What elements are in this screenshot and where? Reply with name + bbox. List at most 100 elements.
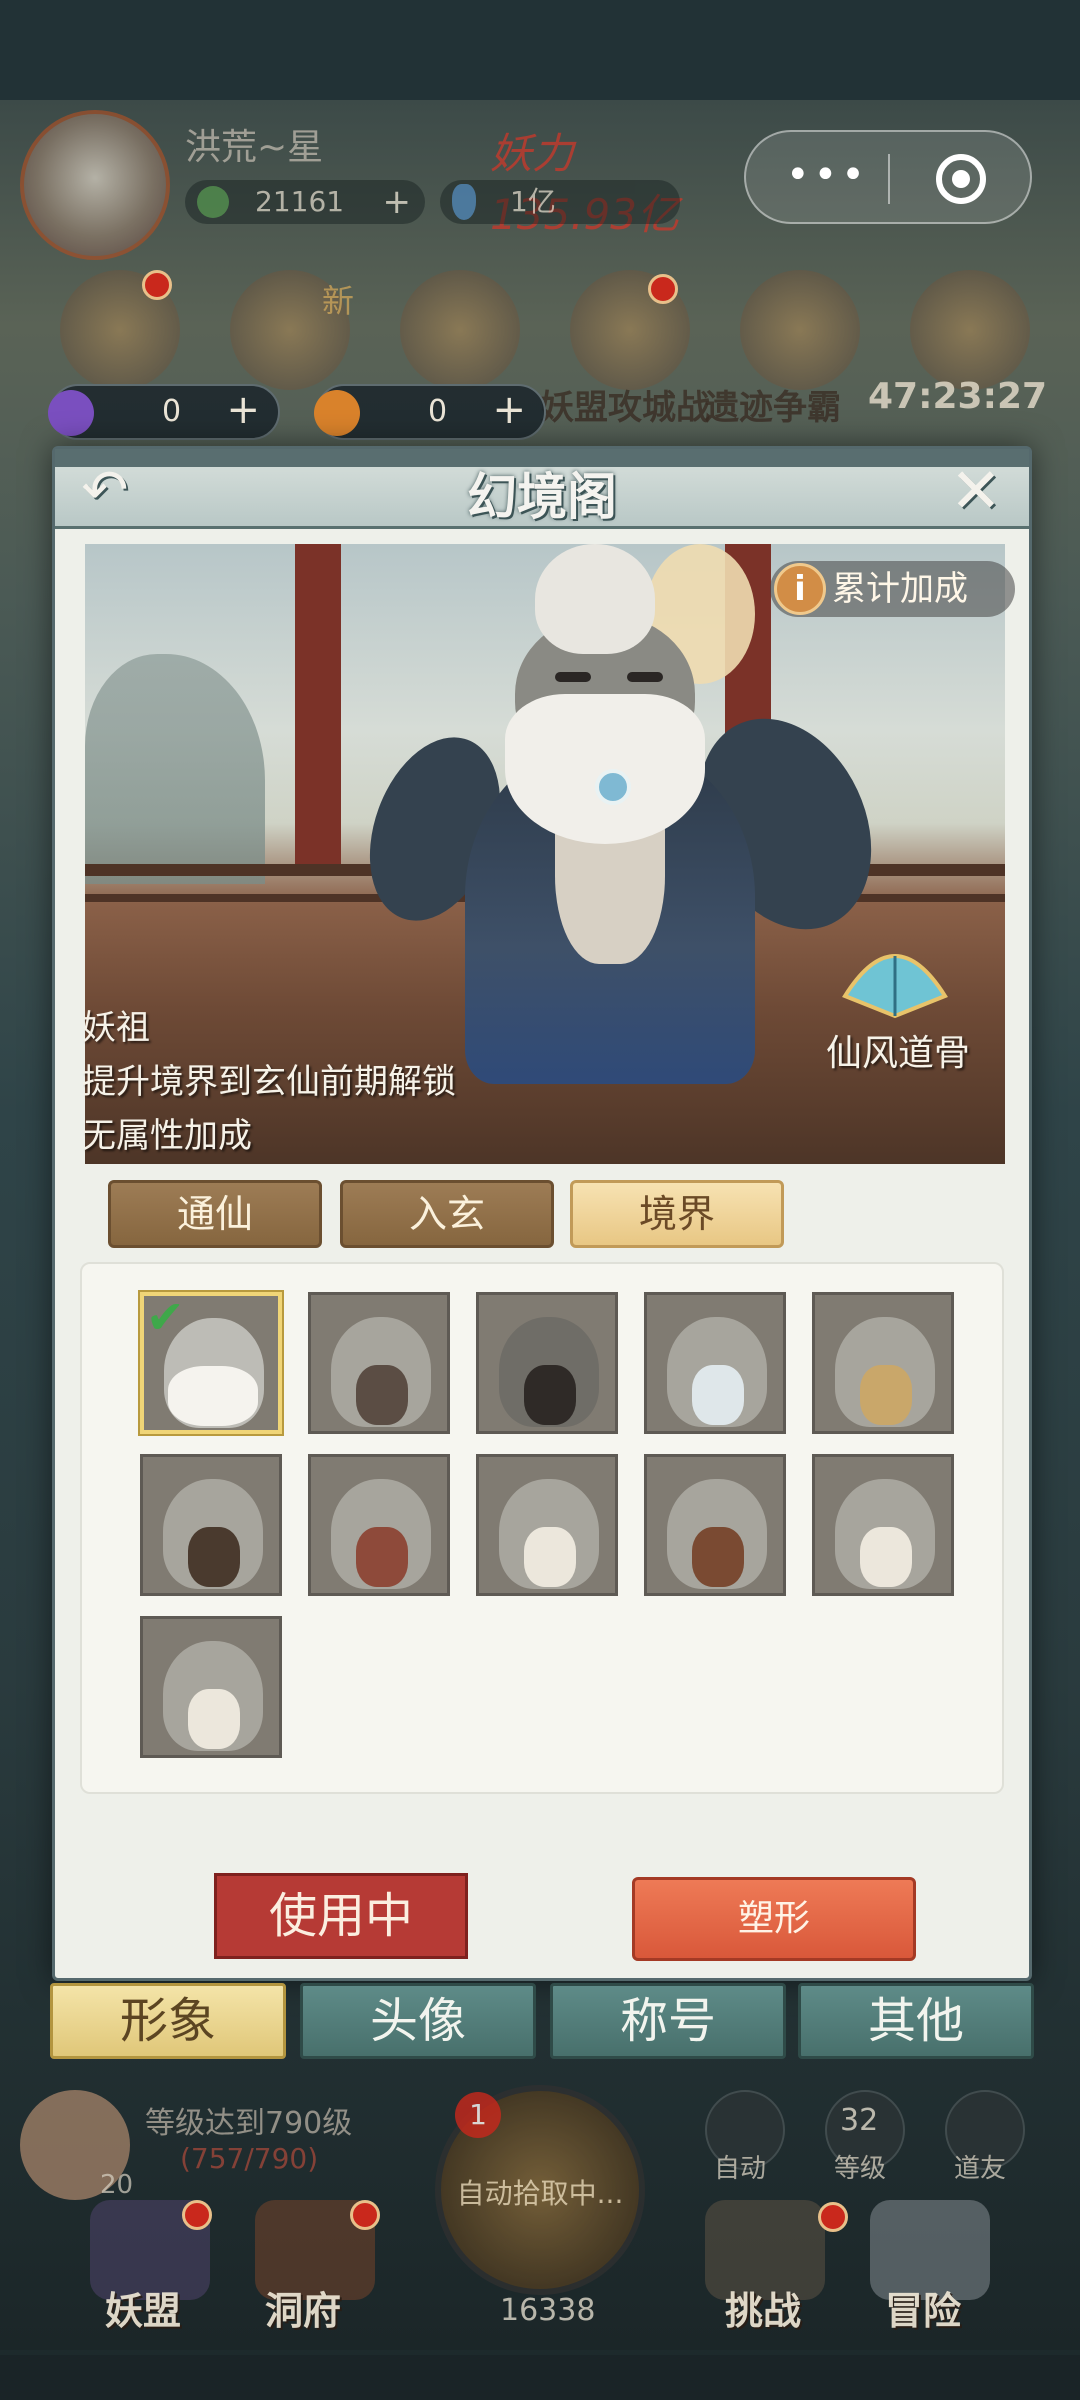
- add-currency-icon[interactable]: +: [492, 384, 526, 436]
- notification-dot: [142, 270, 172, 300]
- mountain-backdrop: [85, 654, 265, 884]
- level-goal-panel[interactable]: 等级达到790级 (757/790) 20: [20, 2090, 400, 2200]
- appearance-item[interactable]: [308, 1454, 450, 1596]
- player-profile: 洪荒~星 妖力 135.93亿 21161 + 1亿: [20, 110, 720, 260]
- nav-cave[interactable]: 洞府: [265, 2280, 341, 2335]
- appearance-item[interactable]: [140, 1616, 282, 1758]
- close-program-icon[interactable]: [936, 154, 986, 204]
- appearance-item[interactable]: [476, 1454, 618, 1596]
- currency-pill-purple: 0 +: [48, 384, 280, 440]
- event-label-siege: 妖盟攻城战: [540, 388, 710, 428]
- tab-jingjie[interactable]: 境界: [570, 1180, 784, 1248]
- appearance-item[interactable]: [812, 1292, 954, 1434]
- appearance-item-selected[interactable]: ✔: [140, 1292, 282, 1434]
- purple-orb-icon: [48, 390, 94, 436]
- tab-avatar[interactable]: 头像: [300, 1983, 536, 2059]
- robe: [188, 1527, 240, 1587]
- tab-appearance[interactable]: 形象: [50, 1983, 286, 2059]
- status-bar: [0, 0, 1080, 100]
- robe: [860, 1365, 912, 1425]
- appearance-grid: ✔: [80, 1262, 1004, 1794]
- notification-dot: [182, 2200, 212, 2230]
- bonus-label: 累计加成: [832, 569, 968, 609]
- event-label-relic: 遗迹争霸: [705, 388, 841, 428]
- currency-value: 0: [162, 394, 182, 429]
- fan-icon[interactable]: [835, 936, 955, 1026]
- appearance-item[interactable]: [644, 1454, 786, 1596]
- player-name: 洪荒~星: [185, 127, 324, 168]
- cumulative-bonus-button[interactable]: i 累计加成: [770, 561, 1015, 617]
- tab-tongxian[interactable]: 通仙: [108, 1180, 322, 1248]
- in-use-button[interactable]: 使用中: [214, 1873, 468, 1959]
- notification-dot: [350, 2200, 380, 2230]
- add-coins-icon[interactable]: +: [383, 180, 412, 224]
- tab-other[interactable]: 其他: [798, 1983, 1034, 2059]
- coin-total: 16338: [500, 2293, 596, 2328]
- add-currency-icon[interactable]: +: [226, 384, 260, 436]
- bottom-bar: [0, 2355, 1080, 2400]
- belly: [524, 1527, 576, 1587]
- dialog-title: 幻境阁: [467, 467, 617, 526]
- auto-pickup-text: 自动拾取中...: [456, 2177, 624, 2210]
- beard: [524, 1365, 576, 1425]
- event-icon[interactable]: [400, 270, 520, 390]
- nav-adventure[interactable]: 冒险: [885, 2280, 961, 2335]
- currency-pill-orange: 0 +: [314, 384, 546, 440]
- gem-icon: [452, 184, 476, 220]
- red-pillar: [295, 544, 341, 864]
- appearance-item[interactable]: [140, 1454, 282, 1596]
- more-options-icon[interactable]: •••: [786, 152, 869, 198]
- belly: [692, 1365, 744, 1425]
- auto-label: 自动: [714, 2154, 767, 2184]
- robe: [356, 1527, 408, 1587]
- nav-challenge[interactable]: 挑战: [725, 2280, 801, 2335]
- level-number: 20: [100, 2170, 134, 2200]
- event-icon[interactable]: [910, 270, 1030, 390]
- appearance-item[interactable]: [308, 1292, 450, 1434]
- back-arrow-icon[interactable]: ↶: [69, 461, 141, 523]
- tab-title[interactable]: 称号: [550, 1983, 786, 2059]
- info-icon: i: [774, 563, 826, 615]
- grade-label: 等级: [834, 2154, 887, 2184]
- dialog-header: 幻境阁 ↶ ✕: [55, 449, 1029, 529]
- capsule-divider: [888, 154, 890, 204]
- beard: [168, 1366, 258, 1426]
- appearance-item[interactable]: [812, 1454, 954, 1596]
- close-icon[interactable]: ✕: [943, 459, 1009, 525]
- auto-badge: 1: [455, 2092, 501, 2138]
- orange-orb-icon: [314, 390, 360, 436]
- notification-dot: [648, 274, 678, 304]
- beads: [692, 1527, 744, 1587]
- eye: [627, 672, 663, 682]
- grade-number: 32: [840, 2103, 879, 2138]
- coin-icon: [197, 186, 229, 218]
- belly: [188, 1689, 240, 1749]
- level-goal: 等级达到790级: [145, 2106, 353, 2141]
- currency-value: 0: [428, 394, 448, 429]
- reshape-button[interactable]: 塑形: [632, 1877, 916, 1961]
- notification-dot: [818, 2202, 848, 2232]
- belly: [860, 1527, 912, 1587]
- appearance-item[interactable]: [644, 1292, 786, 1434]
- event-icon[interactable]: [740, 270, 860, 390]
- tab-ruxuan[interactable]: 入玄: [340, 1180, 554, 1248]
- friends-label: 道友: [954, 2154, 1007, 2184]
- form-name: 妖祖: [82, 1008, 150, 1048]
- appearance-item[interactable]: [476, 1292, 618, 1434]
- level-progress: (757/790): [180, 2142, 319, 2175]
- event-timer: 47:23:27: [868, 376, 1048, 417]
- beard: [356, 1365, 408, 1425]
- unlock-condition: 提升境界到玄仙前期解锁: [82, 1062, 456, 1102]
- hair: [535, 544, 655, 654]
- effect-name: 仙风道骨: [826, 1033, 971, 1074]
- check-icon: ✔: [146, 1292, 185, 1344]
- coin-value: 21161: [255, 185, 345, 218]
- gem-pill: 1亿: [440, 180, 680, 224]
- gem-value: 1亿: [510, 185, 556, 218]
- ancestor-demon-character: [346, 544, 904, 1084]
- mini-program-capsule: •••: [744, 130, 1032, 224]
- attribute-bonus: 无属性加成: [82, 1116, 252, 1156]
- player-avatar[interactable]: [20, 110, 170, 260]
- nav-alliance[interactable]: 妖盟: [105, 2280, 181, 2335]
- jade-pendant: [595, 769, 631, 805]
